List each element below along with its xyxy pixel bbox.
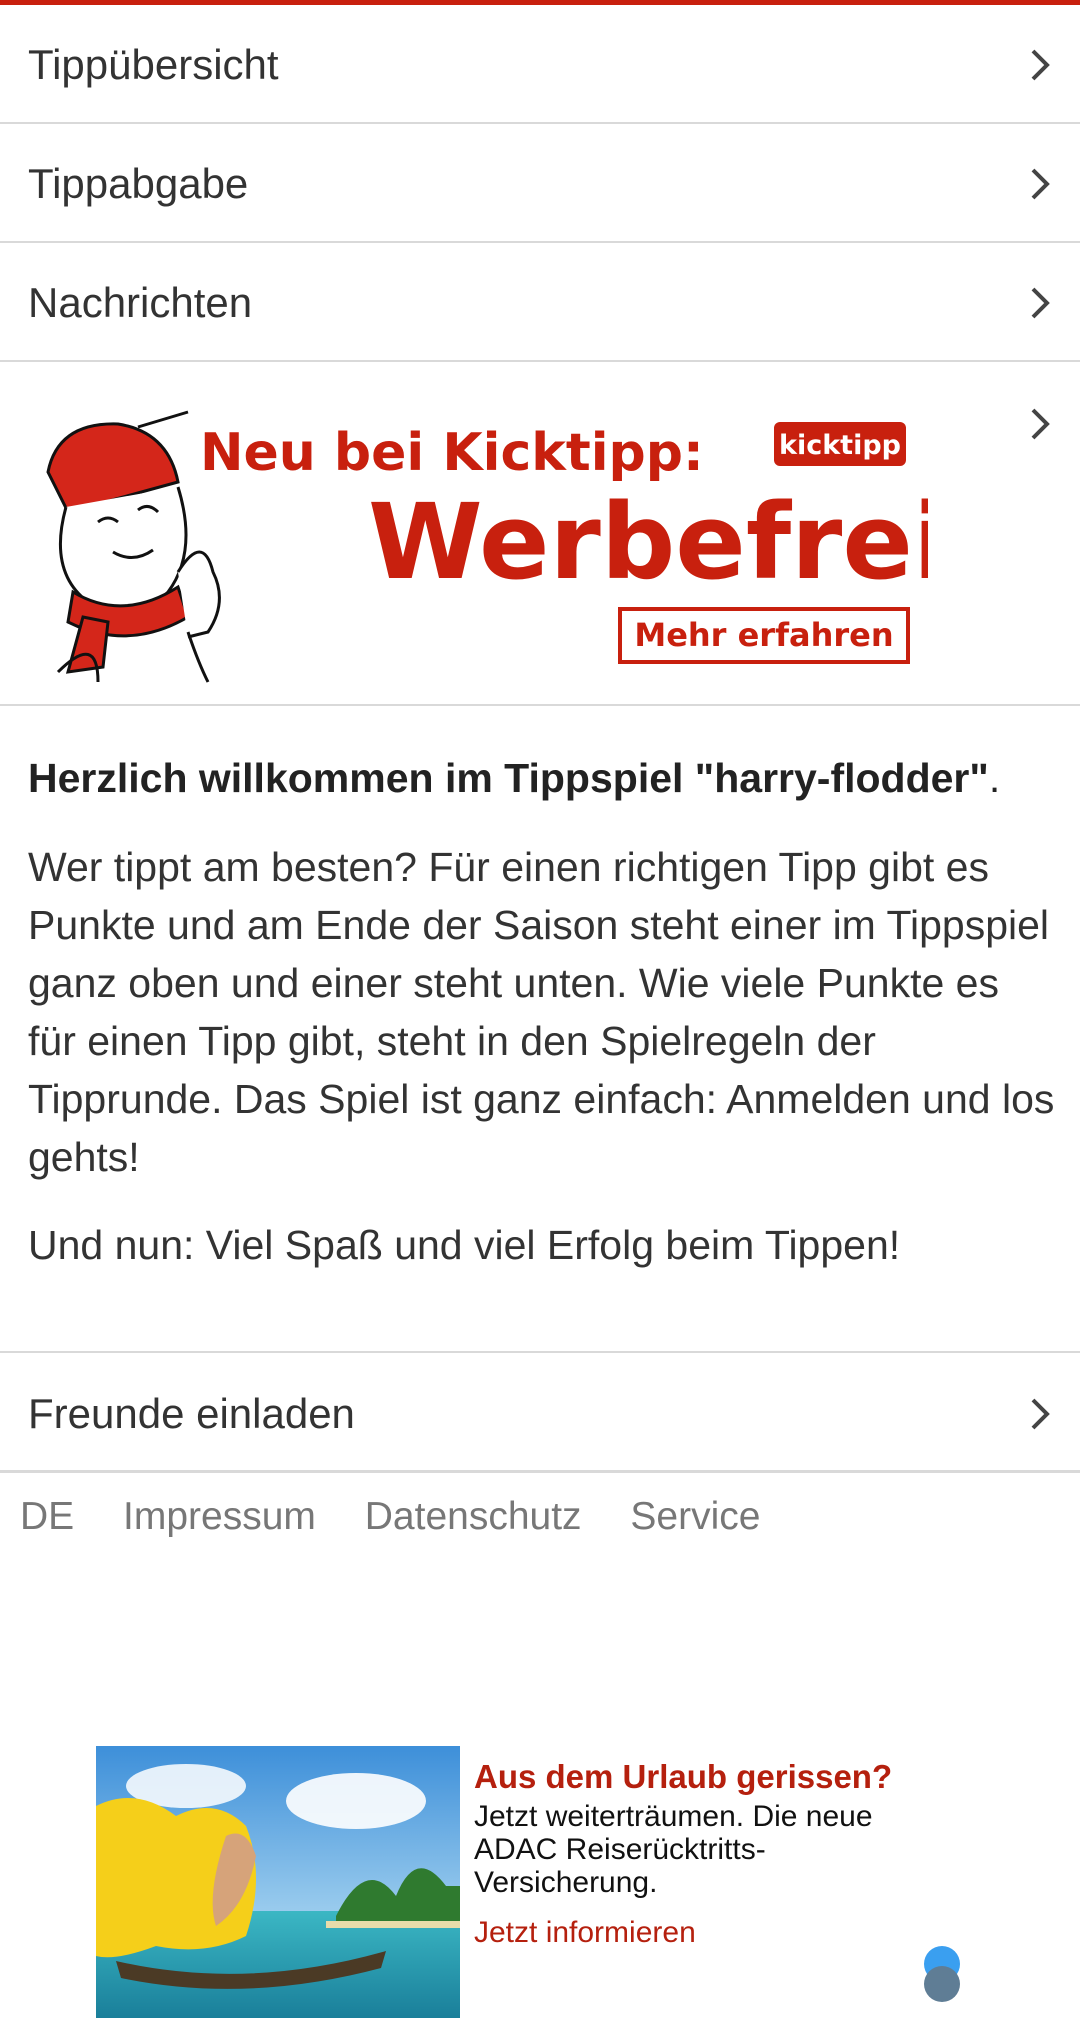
werbefrei-banner-image: Neu bei Kicktipp: kicktipp Werbefrei Meh… [46, 410, 928, 683]
welcome-title-text: Herzlich willkommen im Tippspiel "harry-… [28, 755, 989, 801]
ad-text: Aus dem Urlaub gerissen? Jetzt weiterträ… [474, 1756, 954, 1953]
menu-item-tippuebersicht[interactable]: Tippübersicht [0, 5, 1080, 124]
chevron-right-icon [1031, 168, 1050, 200]
chevron-right-icon [1031, 408, 1050, 440]
freunde-einladen-item[interactable]: Freunde einladen [0, 1351, 1080, 1473]
footer-link-service[interactable]: Service [630, 1495, 760, 1538]
mascot-illustration [46, 410, 221, 683]
kicktipp-logo-text: kicktipp [779, 430, 901, 461]
welcome-closing: Und nun: Viel Spaß und viel Erfolg beim … [28, 1222, 901, 1268]
chevron-right-icon [1031, 1398, 1050, 1430]
menu-item-label: Nachrichten [28, 279, 253, 326]
ad-image [96, 1746, 460, 2018]
language-selector[interactable]: DE [20, 1495, 74, 1538]
ad-copy-line-1: Jetzt weiterträumen. Die neue [474, 1800, 873, 1833]
menu-item-label: Freunde einladen [28, 1390, 355, 1437]
ad-copy-line-2: ADAC Reiserücktritts- [474, 1833, 766, 1866]
footer-link-impressum[interactable]: Impressum [123, 1495, 316, 1538]
welcome-title-period: . [988, 755, 1001, 801]
ad-headline: Aus dem Urlaub gerissen? [474, 1758, 893, 1795]
menu-item-nachrichten[interactable]: Nachrichten [0, 243, 1080, 362]
menu-item-label: Tippübersicht [28, 41, 279, 88]
footer-links: DE Impressum Datenschutz Service [20, 1495, 798, 1539]
welcome-section: Herzlich willkommen im Tippspiel "harry-… [28, 748, 1058, 1274]
adac-advertisement[interactable]: Aus dem Urlaub gerissen? Jetzt weiterträ… [96, 1746, 976, 2018]
ad-cta-link[interactable]: Jetzt informieren [474, 1913, 954, 1953]
promo-werbefrei-text: Werbefrei [368, 481, 928, 603]
menu-item-label: Tippabgabe [28, 160, 249, 207]
werbefrei-promo-banner[interactable]: Neu bei Kicktipp: kicktipp Werbefrei Meh… [0, 366, 1080, 706]
footer-link-datenschutz[interactable]: Datenschutz [365, 1495, 582, 1538]
menu-item-tippabgabe[interactable]: Tippabgabe [0, 124, 1080, 243]
promo-headline: Neu bei Kicktipp: [200, 423, 704, 483]
ad-copy-line-3: Versicherung. [474, 1866, 658, 1899]
ad-info-dots-icon[interactable] [922, 1946, 962, 2006]
welcome-body: Wer tippt am besten? Für einen richtigen… [28, 844, 1055, 1180]
welcome-title: Herzlich willkommen im Tippspiel "harry-… [28, 748, 1058, 808]
chevron-right-icon [1031, 287, 1050, 319]
mehr-erfahren-button-label: Mehr erfahren [634, 616, 893, 654]
chevron-right-icon [1031, 49, 1050, 81]
